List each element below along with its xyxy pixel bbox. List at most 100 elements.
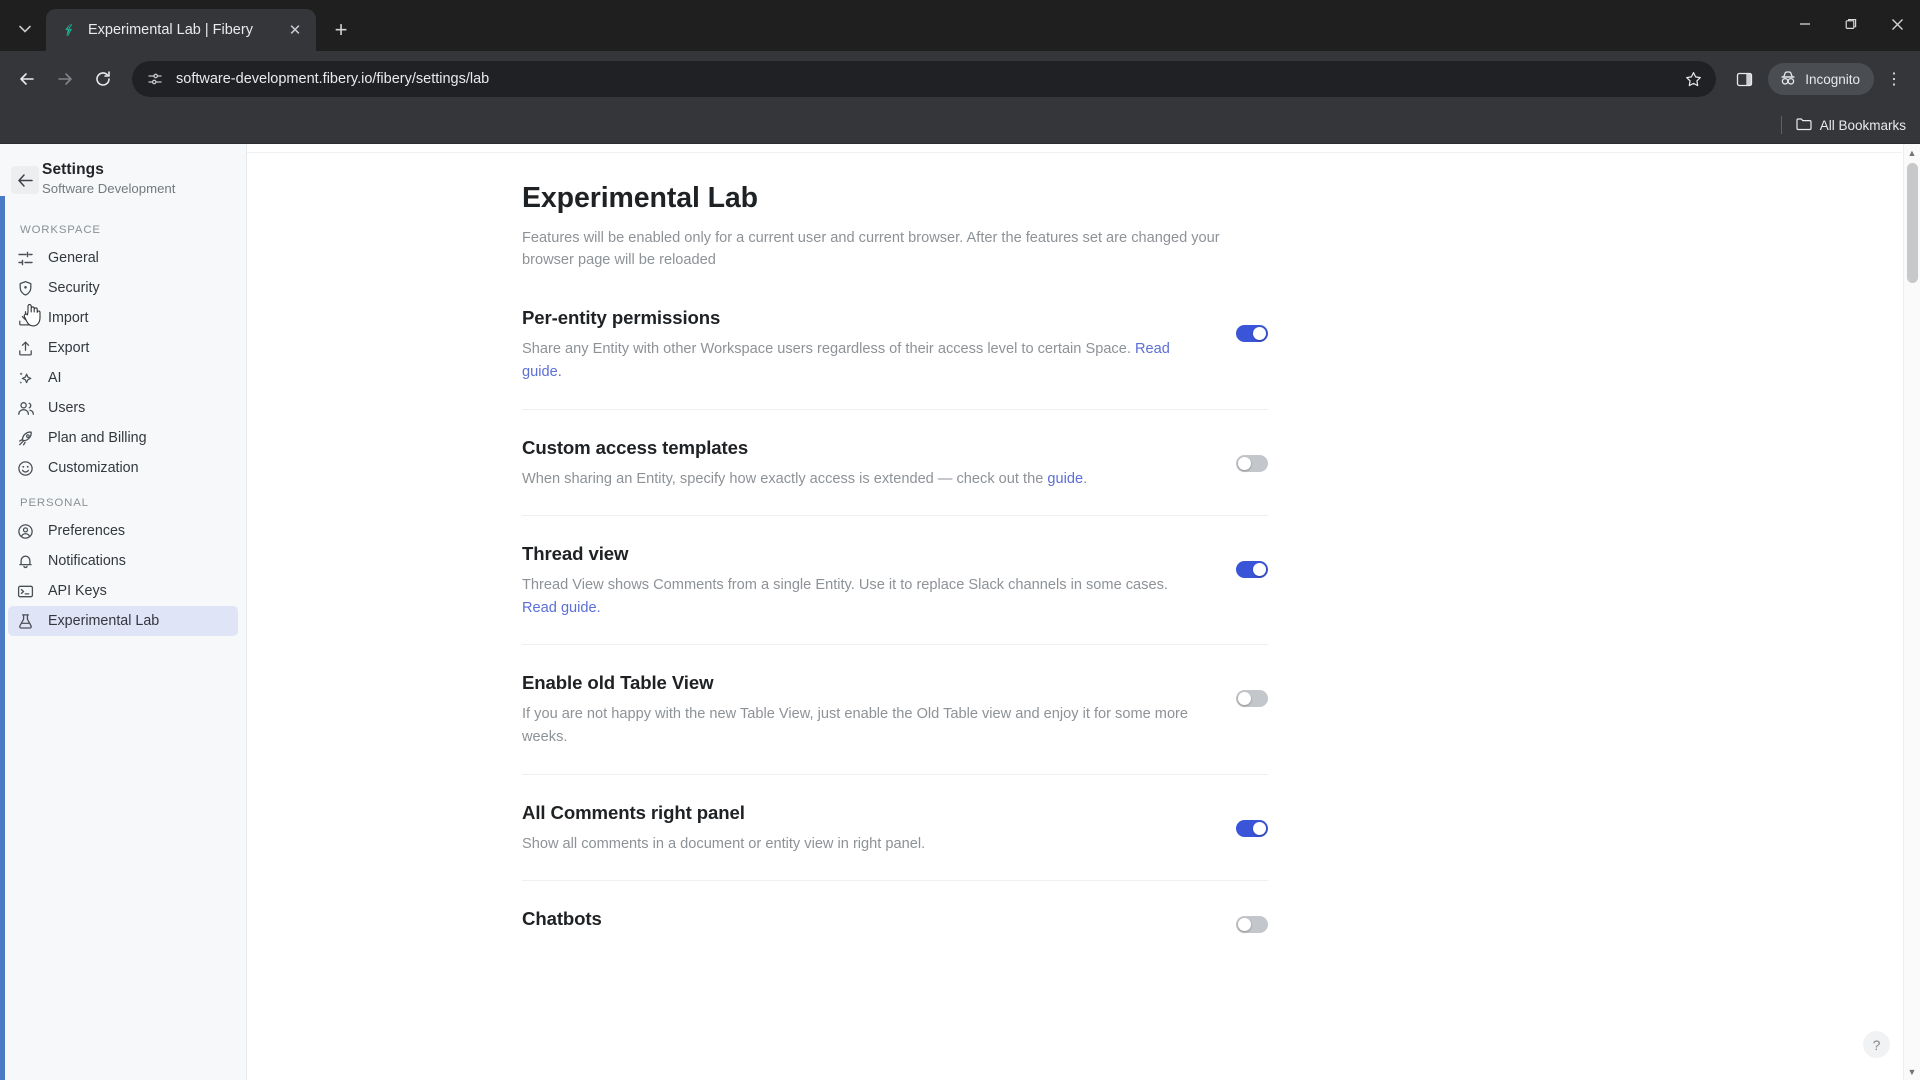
- sidebar-item-users[interactable]: Users: [8, 393, 238, 423]
- users-icon: [16, 399, 35, 418]
- sidebar-item-label: AI: [48, 370, 62, 386]
- sidebar-item-label: Customization: [48, 460, 139, 476]
- feature-title: Enable old Table View: [522, 672, 714, 694]
- sidebar-item-label: Import: [48, 310, 89, 326]
- feature-row: Chatbots: [522, 908, 1268, 934]
- toggle-knob: [1238, 918, 1251, 932]
- url-text[interactable]: software-development.fibery.io/fibery/se…: [176, 71, 1668, 87]
- sidebar-item-security[interactable]: Security: [8, 273, 238, 303]
- feature-toggle[interactable]: [1236, 561, 1268, 579]
- sliders-icon: [16, 249, 35, 268]
- bookmarks-bar: All Bookmarks: [0, 107, 1920, 144]
- toggle-wrap: [1222, 672, 1268, 708]
- divider: [522, 515, 1268, 517]
- feature-texts: Thread view Thread View shows Comments f…: [522, 543, 1202, 619]
- feature-description: Show all comments in a document or entit…: [522, 835, 926, 852]
- feature-title: Custom access templates: [522, 436, 749, 458]
- feature-description: Share any Entity with other Workspace us…: [522, 338, 1202, 383]
- sidebar-group-workspace: Workspace General Security: [0, 212, 246, 483]
- scroll-up-button[interactable]: ▲: [1904, 144, 1920, 161]
- maximize-icon[interactable]: [1828, 0, 1874, 48]
- tab-search-button[interactable]: [8, 12, 42, 46]
- minimize-icon[interactable]: [1782, 0, 1828, 48]
- sidebar-group-personal: Personal Preferences: [0, 485, 246, 636]
- sidebar-item-label: Notifications: [48, 553, 126, 569]
- smiley-icon: [16, 459, 35, 478]
- feature-toggle[interactable]: [1236, 819, 1268, 837]
- sidebar-item-import[interactable]: Import: [8, 303, 238, 333]
- sidebar-item-api-keys[interactable]: API Keys: [8, 576, 238, 606]
- site-settings-icon[interactable]: [146, 70, 164, 88]
- sidebar-item-experimental-lab[interactable]: Experimental Lab: [8, 606, 238, 636]
- reload-button[interactable]: [86, 62, 120, 96]
- terminal-icon: [16, 582, 35, 601]
- toggle-knob: [1238, 692, 1251, 706]
- feature-texts: Per-entity permissions Share any Entity …: [522, 307, 1202, 383]
- feature-description-text: Thread View shows Comments from a single…: [522, 577, 1168, 594]
- sidebar-item-plan-and-billing[interactable]: Plan and Billing: [8, 423, 238, 453]
- feature-list: Per-entity permissions Share any Entity …: [522, 307, 1268, 934]
- sidebar-item-preferences[interactable]: Preferences: [8, 516, 238, 546]
- feature-title: Thread view: [522, 543, 629, 565]
- feature-row: Per-entity permissions Share any Entity …: [522, 307, 1268, 383]
- sidebar-item-label: General: [48, 250, 99, 266]
- sidebar-item-customization[interactable]: Customization: [8, 453, 238, 483]
- bookmark-star-icon[interactable]: [1680, 66, 1706, 92]
- divider: [1780, 116, 1782, 134]
- browser-toolbar: software-development.fibery.io/fibery/se…: [0, 51, 1920, 107]
- toggle-wrap: [1222, 802, 1268, 837]
- scrollbar-thumb[interactable]: [1907, 163, 1918, 283]
- divider: [522, 773, 1268, 775]
- sidebar-item-ai[interactable]: AI: [8, 363, 238, 393]
- close-window-icon[interactable]: [1874, 0, 1920, 48]
- feature-row: All Comments right panel Show all commen…: [522, 802, 1268, 856]
- sidebar-item-label: Export: [48, 340, 90, 356]
- shield-icon: [16, 279, 35, 298]
- scroll-down-button[interactable]: ▼: [1904, 1063, 1920, 1080]
- feature-toggle[interactable]: [1236, 325, 1268, 343]
- feature-description-text: Share any Entity with other Workspace us…: [522, 341, 1135, 358]
- sidebar-item-general[interactable]: General: [8, 243, 238, 273]
- back-button[interactable]: [10, 62, 44, 96]
- divider: [522, 644, 1268, 646]
- sidebar-item-label: Experimental Lab: [48, 613, 160, 629]
- sidebar-accent-bar: [0, 196, 5, 1080]
- side-panel-icon[interactable]: [1728, 63, 1760, 95]
- all-bookmarks-button[interactable]: All Bookmarks: [1796, 117, 1906, 134]
- feature-texts: Enable old Table View If you are not hap…: [522, 672, 1202, 748]
- feature-toggle[interactable]: [1236, 916, 1268, 934]
- feature-toggle[interactable]: [1236, 690, 1268, 708]
- back-to-workspace-button[interactable]: [11, 166, 39, 194]
- page-scrollbar[interactable]: ▲ ▼: [1903, 144, 1920, 1080]
- feature-description-tail: .: [1083, 470, 1088, 487]
- help-button[interactable]: ?: [1863, 1031, 1890, 1058]
- feature-description: Thread View shows Comments from a single…: [522, 574, 1202, 619]
- experimental-lab-title: Experimental Lab: [522, 182, 758, 214]
- feature-toggle[interactable]: [1236, 454, 1268, 472]
- user-circle-icon: [16, 522, 35, 541]
- sidebar-item-export[interactable]: Export: [8, 333, 238, 363]
- feature-title: All Comments right panel: [522, 801, 745, 823]
- import-icon: [16, 309, 35, 328]
- toggle-wrap: [1222, 543, 1268, 579]
- browser-tab[interactable]: Experimental Lab | Fibery ✕: [46, 9, 316, 51]
- new-tab-button[interactable]: +: [324, 13, 358, 47]
- bell-icon: [16, 552, 35, 571]
- sidebar-item-notifications[interactable]: Notifications: [8, 546, 238, 576]
- browser-menu-button[interactable]: ⋮: [1878, 63, 1910, 95]
- sidebar-item-label: Security: [48, 280, 100, 296]
- incognito-icon: [1779, 70, 1797, 89]
- incognito-indicator[interactable]: Incognito: [1768, 63, 1874, 95]
- experimental-lab-description: Features will be enabled only for a curr…: [522, 230, 1220, 269]
- sidebar-group-label: Personal: [20, 497, 89, 509]
- fibery-logo-icon: [60, 21, 78, 39]
- close-icon[interactable]: ✕: [284, 19, 306, 41]
- tab-title: Experimental Lab | Fibery: [88, 22, 253, 38]
- feature-texts: Chatbots: [522, 908, 1202, 930]
- flask-icon: [16, 612, 35, 631]
- feature-guide-link[interactable]: guide: [1047, 471, 1083, 487]
- address-bar[interactable]: software-development.fibery.io/fibery/se…: [132, 61, 1717, 97]
- browser-window: Experimental Lab | Fibery ✕ + software-d…: [0, 0, 1920, 1080]
- feature-guide-link[interactable]: Read guide.: [522, 600, 601, 616]
- forward-button[interactable]: [48, 62, 82, 96]
